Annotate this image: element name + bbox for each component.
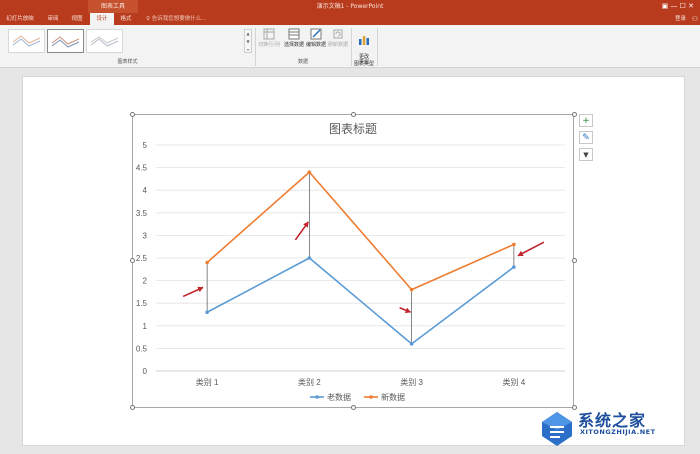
y-tick-label: 5 — [143, 141, 148, 150]
tab-view[interactable]: 视图 — [66, 13, 88, 25]
data-point — [205, 260, 209, 265]
title-bar: 图表工具 演示文稿1 - PowerPoint ▣ — ☐ ✕ — [0, 0, 700, 13]
tab-review[interactable]: 审阅 — [42, 13, 64, 25]
data-point — [409, 287, 414, 292]
group-label-data: 数据 — [297, 59, 308, 65]
watermark-url: XITONGZHIJIA.NET — [580, 428, 656, 436]
chart-style-1[interactable] — [8, 29, 45, 53]
chart-styles-button[interactable]: ✎ — [579, 131, 593, 144]
user-icon[interactable]: ⚇ — [692, 13, 698, 25]
tab-slideshow[interactable]: 幻灯片放映 — [2, 13, 38, 25]
edit-data-icon — [310, 28, 322, 40]
y-tick-label: 2 — [143, 277, 148, 286]
switch-row-column-icon — [263, 28, 275, 40]
login-link[interactable]: 登录 — [675, 13, 686, 25]
tab-design[interactable]: 设计 — [90, 13, 114, 25]
y-tick-label: 1.5 — [136, 299, 148, 308]
tab-format[interactable]: 格式 — [116, 13, 136, 25]
y-tick-label: 4.5 — [136, 164, 148, 173]
legend-label: 新数据 — [381, 392, 405, 402]
y-tick-label: 3.5 — [136, 209, 148, 218]
x-tick-label: 类别 1 — [196, 377, 219, 387]
line-chart[interactable]: 图表标题 0 0.5 1 1.5 2 2.5 3 3.5 4 4.5 5 类别 1 类别 2 类别 3 类… — [132, 114, 574, 408]
select-data-label: 选择数据 — [283, 42, 304, 48]
data-point — [409, 342, 414, 346]
chart-style-2[interactable] — [47, 29, 84, 53]
legend-label: 老数据 — [327, 392, 351, 402]
data-point — [205, 310, 209, 315]
group-label-type: 类型 — [358, 59, 369, 65]
switch-row-column-label: 切换行/列 — [258, 42, 280, 48]
select-data-button[interactable]: 选择数据 — [283, 28, 305, 48]
x-tick-label: 类别 4 — [503, 377, 526, 387]
data-point — [512, 242, 516, 247]
data-point — [307, 256, 312, 260]
y-tick-label: 4 — [143, 186, 148, 195]
refresh-data-icon — [333, 29, 343, 39]
chart-style-3[interactable] — [86, 29, 123, 53]
chart-title[interactable]: 图表标题 — [329, 122, 377, 136]
chart-elements-button[interactable]: + — [579, 114, 593, 127]
chart-filters-button[interactable]: ▼ — [579, 148, 593, 161]
group-label-styles: 图表样式 — [117, 59, 138, 65]
edit-data-button[interactable]: 编辑数据 — [306, 28, 326, 48]
select-data-icon — [288, 28, 300, 40]
ribbon: ▲ ▼ ≡ 图表样式 切换行/列 选择数据 编辑数据 刷新数据 数据 更改 图表类型… — [0, 25, 700, 68]
window-title: 演示文稿1 - PowerPoint — [316, 3, 384, 10]
y-tick-label: 0 — [143, 367, 148, 376]
y-tick-label: 3 — [143, 231, 148, 240]
window-controls[interactable]: ▣ — ☐ ✕ — [662, 0, 694, 13]
gallery-scroll[interactable]: ▲ ▼ ≡ — [244, 29, 252, 53]
series-line — [206, 257, 515, 345]
refresh-data-label: 刷新数据 — [327, 42, 348, 48]
edit-data-label: 编辑数据 — [306, 42, 327, 48]
legend-marker — [315, 395, 319, 399]
tell-me-search[interactable]: ♀ 告诉我您想要做什么... — [146, 13, 207, 25]
data-point — [512, 265, 516, 269]
watermark-logo — [542, 412, 572, 446]
data-point — [307, 170, 312, 174]
y-tick-label: 1 — [143, 322, 148, 331]
legend-marker — [369, 395, 373, 399]
ribbon-tabs: 幻灯片放映 审阅 视图 设计 格式 ♀ 告诉我您想要做什么... 登录 ⚇ — [0, 13, 700, 25]
chart-type-icon — [359, 36, 369, 45]
x-tick-label: 类别 2 — [298, 377, 321, 387]
x-tick-label: 类别 3 — [400, 377, 423, 387]
series-line — [206, 170, 515, 291]
refresh-data-button[interactable]: 刷新数据 — [327, 28, 349, 48]
y-tick-label: 0.5 — [136, 344, 148, 353]
divider — [377, 28, 378, 66]
switch-row-column-button[interactable]: 切换行/列 — [257, 28, 281, 48]
y-tick-label: 2.5 — [136, 254, 148, 263]
